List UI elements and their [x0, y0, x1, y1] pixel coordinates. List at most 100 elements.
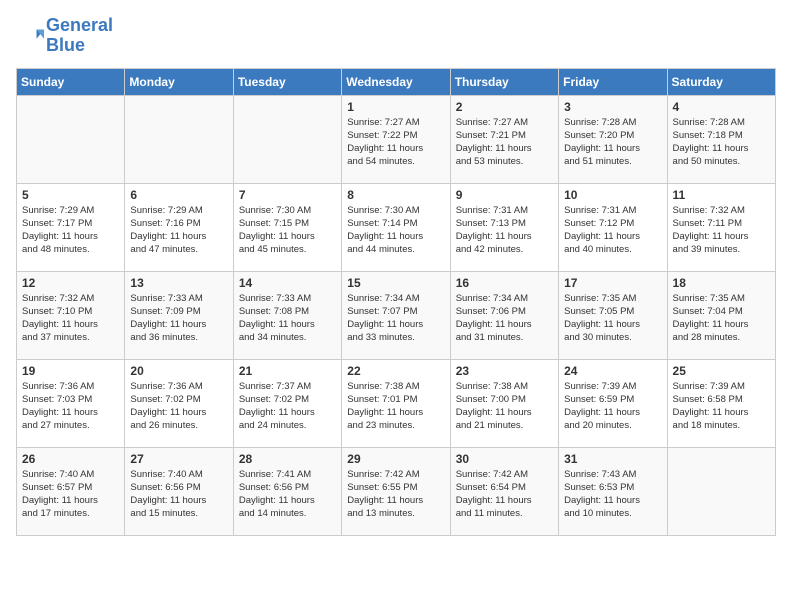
day-info: Sunrise: 7:29 AM Sunset: 7:17 PM Dayligh… [22, 204, 119, 257]
day-number: 20 [130, 364, 227, 378]
calendar-cell: 8 Sunrise: 7:30 AM Sunset: 7:14 PM Daylig… [342, 183, 450, 271]
day-number: 18 [673, 276, 770, 290]
logo-icon [16, 22, 44, 50]
day-info: Sunrise: 7:35 AM Sunset: 7:04 PM Dayligh… [673, 292, 770, 345]
day-info: Sunrise: 7:39 AM Sunset: 6:59 PM Dayligh… [564, 380, 661, 433]
calendar-cell [233, 95, 341, 183]
weekday-header-monday: Monday [125, 68, 233, 95]
day-info: Sunrise: 7:34 AM Sunset: 7:06 PM Dayligh… [456, 292, 553, 345]
day-info: Sunrise: 7:33 AM Sunset: 7:09 PM Dayligh… [130, 292, 227, 345]
day-info: Sunrise: 7:37 AM Sunset: 7:02 PM Dayligh… [239, 380, 336, 433]
calendar-cell: 24 Sunrise: 7:39 AM Sunset: 6:59 PM Dayli… [559, 359, 667, 447]
calendar-cell: 19 Sunrise: 7:36 AM Sunset: 7:03 PM Dayli… [17, 359, 125, 447]
day-number: 14 [239, 276, 336, 290]
day-info: Sunrise: 7:43 AM Sunset: 6:53 PM Dayligh… [564, 468, 661, 521]
calendar-cell: 2 Sunrise: 7:27 AM Sunset: 7:21 PM Daylig… [450, 95, 558, 183]
calendar-cell: 14Sunrise: 7:33 AM Sunset: 7:08 PM Dayli… [233, 271, 341, 359]
day-number: 13 [130, 276, 227, 290]
weekday-header-thursday: Thursday [450, 68, 558, 95]
calendar-week-row: 1 Sunrise: 7:27 AM Sunset: 7:22 PM Daylig… [17, 95, 776, 183]
day-info: Sunrise: 7:40 AM Sunset: 6:57 PM Dayligh… [22, 468, 119, 521]
calendar-cell: 21 Sunrise: 7:37 AM Sunset: 7:02 PM Dayli… [233, 359, 341, 447]
day-number: 23 [456, 364, 553, 378]
day-number: 17 [564, 276, 661, 290]
calendar-cell: 9 Sunrise: 7:31 AM Sunset: 7:13 PM Daylig… [450, 183, 558, 271]
calendar-week-row: 19 Sunrise: 7:36 AM Sunset: 7:03 PM Dayli… [17, 359, 776, 447]
logo: General Blue [16, 16, 113, 56]
day-info: Sunrise: 7:30 AM Sunset: 7:14 PM Dayligh… [347, 204, 444, 257]
weekday-header-saturday: Saturday [667, 68, 775, 95]
day-number: 2 [456, 100, 553, 114]
day-number: 11 [673, 188, 770, 202]
calendar-week-row: 5Sunrise: 7:29 AM Sunset: 7:17 PM Daylig… [17, 183, 776, 271]
day-info: Sunrise: 7:36 AM Sunset: 7:03 PM Dayligh… [22, 380, 119, 433]
calendar-cell: 28 Sunrise: 7:41 AM Sunset: 6:56 PM Dayli… [233, 447, 341, 535]
calendar-cell: 27Sunrise: 7:40 AM Sunset: 6:56 PM Dayli… [125, 447, 233, 535]
day-number: 27 [130, 452, 227, 466]
day-number: 24 [564, 364, 661, 378]
day-info: Sunrise: 7:42 AM Sunset: 6:54 PM Dayligh… [456, 468, 553, 521]
day-info: Sunrise: 7:28 AM Sunset: 7:20 PM Dayligh… [564, 116, 661, 169]
day-info: Sunrise: 7:30 AM Sunset: 7:15 PM Dayligh… [239, 204, 336, 257]
day-info: Sunrise: 7:38 AM Sunset: 7:01 PM Dayligh… [347, 380, 444, 433]
calendar-week-row: 26 Sunrise: 7:40 AM Sunset: 6:57 PM Dayli… [17, 447, 776, 535]
day-number: 28 [239, 452, 336, 466]
calendar-cell: 1 Sunrise: 7:27 AM Sunset: 7:22 PM Daylig… [342, 95, 450, 183]
day-number: 9 [456, 188, 553, 202]
calendar-cell [667, 447, 775, 535]
day-number: 19 [22, 364, 119, 378]
calendar-cell: 29Sunrise: 7:42 AM Sunset: 6:55 PM Dayli… [342, 447, 450, 535]
day-info: Sunrise: 7:42 AM Sunset: 6:55 PM Dayligh… [347, 468, 444, 521]
calendar-cell: 11 Sunrise: 7:32 AM Sunset: 7:11 PM Dayli… [667, 183, 775, 271]
day-info: Sunrise: 7:34 AM Sunset: 7:07 PM Dayligh… [347, 292, 444, 345]
day-number: 8 [347, 188, 444, 202]
day-info: Sunrise: 7:36 AM Sunset: 7:02 PM Dayligh… [130, 380, 227, 433]
day-number: 6 [130, 188, 227, 202]
calendar-cell: 26 Sunrise: 7:40 AM Sunset: 6:57 PM Dayli… [17, 447, 125, 535]
day-number: 25 [673, 364, 770, 378]
day-number: 22 [347, 364, 444, 378]
day-number: 26 [22, 452, 119, 466]
calendar-cell [17, 95, 125, 183]
calendar-cell: 16 Sunrise: 7:34 AM Sunset: 7:06 PM Dayli… [450, 271, 558, 359]
calendar-cell: 17 Sunrise: 7:35 AM Sunset: 7:05 PM Dayli… [559, 271, 667, 359]
day-info: Sunrise: 7:27 AM Sunset: 7:22 PM Dayligh… [347, 116, 444, 169]
weekday-header-wednesday: Wednesday [342, 68, 450, 95]
logo-text: General Blue [46, 16, 113, 56]
day-number: 31 [564, 452, 661, 466]
calendar-cell: 10 Sunrise: 7:31 AM Sunset: 7:12 PM Dayli… [559, 183, 667, 271]
calendar-cell: 12 Sunrise: 7:32 AM Sunset: 7:10 PM Dayli… [17, 271, 125, 359]
calendar-cell: 4 Sunrise: 7:28 AM Sunset: 7:18 PM Daylig… [667, 95, 775, 183]
calendar-cell: 18 Sunrise: 7:35 AM Sunset: 7:04 PM Dayli… [667, 271, 775, 359]
day-info: Sunrise: 7:41 AM Sunset: 6:56 PM Dayligh… [239, 468, 336, 521]
day-number: 12 [22, 276, 119, 290]
day-info: Sunrise: 7:38 AM Sunset: 7:00 PM Dayligh… [456, 380, 553, 433]
day-number: 10 [564, 188, 661, 202]
weekday-header-row: SundayMondayTuesdayWednesdayThursdayFrid… [17, 68, 776, 95]
calendar-cell: 25 Sunrise: 7:39 AM Sunset: 6:58 PM Dayli… [667, 359, 775, 447]
calendar-cell: 31 Sunrise: 7:43 AM Sunset: 6:53 PM Dayli… [559, 447, 667, 535]
day-info: Sunrise: 7:32 AM Sunset: 7:10 PM Dayligh… [22, 292, 119, 345]
day-number: 16 [456, 276, 553, 290]
day-number: 15 [347, 276, 444, 290]
day-number: 7 [239, 188, 336, 202]
calendar-table: SundayMondayTuesdayWednesdayThursdayFrid… [16, 68, 776, 536]
calendar-cell: 3Sunrise: 7:28 AM Sunset: 7:20 PM Daylig… [559, 95, 667, 183]
day-number: 21 [239, 364, 336, 378]
calendar-cell: 5Sunrise: 7:29 AM Sunset: 7:17 PM Daylig… [17, 183, 125, 271]
weekday-header-friday: Friday [559, 68, 667, 95]
day-number: 30 [456, 452, 553, 466]
day-info: Sunrise: 7:32 AM Sunset: 7:11 PM Dayligh… [673, 204, 770, 257]
day-number: 4 [673, 100, 770, 114]
calendar-cell: 15 Sunrise: 7:34 AM Sunset: 7:07 PM Dayli… [342, 271, 450, 359]
calendar-cell [125, 95, 233, 183]
day-info: Sunrise: 7:31 AM Sunset: 7:12 PM Dayligh… [564, 204, 661, 257]
day-info: Sunrise: 7:39 AM Sunset: 6:58 PM Dayligh… [673, 380, 770, 433]
day-info: Sunrise: 7:28 AM Sunset: 7:18 PM Dayligh… [673, 116, 770, 169]
day-info: Sunrise: 7:31 AM Sunset: 7:13 PM Dayligh… [456, 204, 553, 257]
day-info: Sunrise: 7:29 AM Sunset: 7:16 PM Dayligh… [130, 204, 227, 257]
day-info: Sunrise: 7:35 AM Sunset: 7:05 PM Dayligh… [564, 292, 661, 345]
day-number: 1 [347, 100, 444, 114]
day-info: Sunrise: 7:27 AM Sunset: 7:21 PM Dayligh… [456, 116, 553, 169]
calendar-cell: 13 Sunrise: 7:33 AM Sunset: 7:09 PM Dayli… [125, 271, 233, 359]
